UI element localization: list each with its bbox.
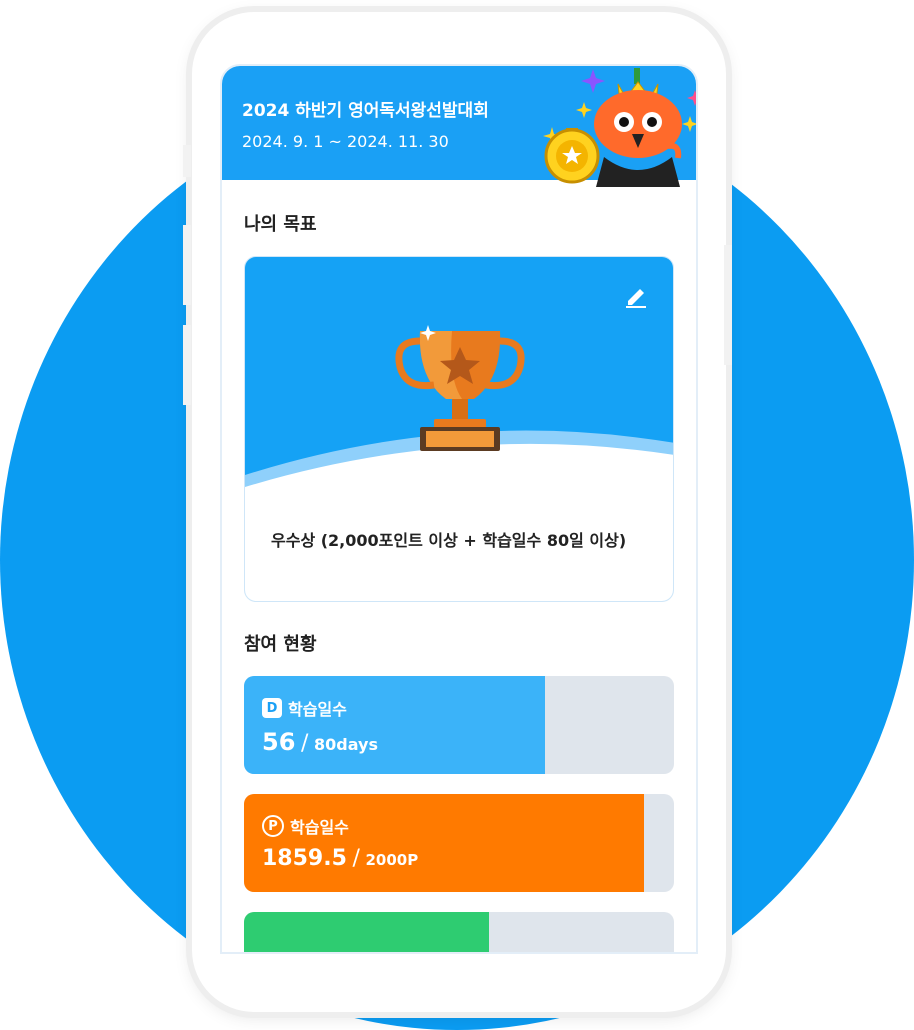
- point-p-icon: P: [262, 815, 284, 837]
- stat-current: 1859.5: [262, 846, 347, 871]
- phone-volume-up: [183, 225, 191, 305]
- goal-section-title: 나의 목표: [244, 214, 317, 235]
- points-progress-card: P 학습일수 1859.5 / 2000P: [244, 794, 674, 892]
- app-screen: 2024 하반기 영어독서왕선발대회 2024. 9. 1 ~ 2024. 11…: [220, 64, 698, 954]
- event-header: 2024 하반기 영어독서왕선발대회 2024. 9. 1 ~ 2024. 11…: [222, 66, 696, 187]
- stat-separator: /: [300, 731, 309, 756]
- stat-target: 80days: [313, 735, 378, 754]
- pencil-icon[interactable]: [623, 283, 649, 309]
- phone-volume-down: [183, 325, 191, 405]
- stat-current: 56: [262, 728, 296, 756]
- stat-label: 학습일수: [288, 700, 347, 719]
- phone-power-button: [724, 245, 732, 365]
- stat-separator: /: [352, 846, 360, 871]
- progress-bar-fill: [244, 912, 490, 952]
- stat-label: 학습일수: [290, 818, 349, 837]
- trophy-icon: [395, 325, 525, 451]
- stat-target: 2000P: [365, 851, 419, 869]
- phone-side-button: [183, 145, 191, 177]
- pumpkin-mascot-icon: [543, 68, 696, 187]
- calendar-d-icon: D: [262, 698, 282, 718]
- goal-card: 우수상 (2,000포인트 이상 + 학습일수 80일 이상): [244, 256, 674, 602]
- goal-description: 우수상 (2,000포인트 이상 + 학습일수 80일 이상): [271, 531, 627, 550]
- progress-bar-fill: [244, 794, 644, 892]
- study-days-progress-card: D 학습일수 56 / 80days: [244, 676, 674, 774]
- event-title: 2024 하반기 영어독서왕선발대회: [242, 101, 489, 121]
- participation-section-title: 참여 현황: [244, 634, 317, 655]
- progress-bar-fill: [244, 676, 545, 774]
- third-progress-card: [244, 912, 674, 952]
- event-date-range: 2024. 9. 1 ~ 2024. 11. 30: [242, 132, 449, 151]
